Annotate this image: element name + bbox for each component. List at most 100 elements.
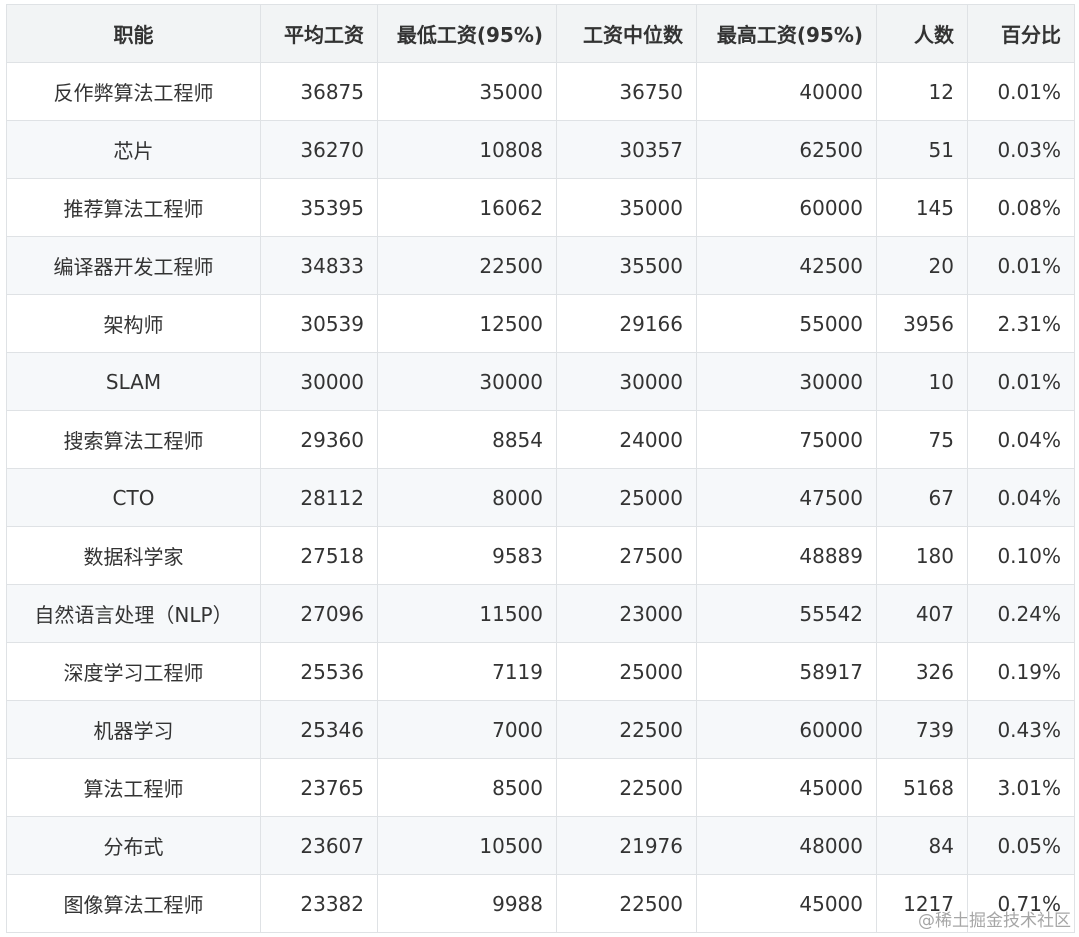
cell-min-salary: 12500 <box>377 294 557 353</box>
cell-max-salary: 60000 <box>696 700 877 759</box>
table-row: 自然语言处理（NLP） 27096 11500 23000 55542 407 0.24% <box>6 584 1075 643</box>
cell-headcount: 326 <box>876 642 968 701</box>
table-row: 推荐算法工程师 35395 16062 35000 60000 145 0.08% <box>6 178 1075 237</box>
cell-max-salary: 48000 <box>696 816 877 875</box>
cell-percentage: 0.10% <box>967 526 1075 585</box>
cell-avg-salary: 25536 <box>260 642 378 701</box>
cell-median-salary: 30357 <box>556 120 697 179</box>
cell-headcount: 75 <box>876 410 968 469</box>
header-median-salary[interactable]: 工资中位数 <box>556 4 697 63</box>
cell-avg-salary: 36270 <box>260 120 378 179</box>
cell-headcount: 5168 <box>876 758 968 817</box>
cell-avg-salary: 27096 <box>260 584 378 643</box>
header-avg-salary[interactable]: 平均工资 <box>260 4 378 63</box>
cell-percentage: 0.01% <box>967 236 1075 295</box>
cell-headcount: 51 <box>876 120 968 179</box>
cell-min-salary: 7000 <box>377 700 557 759</box>
cell-role: 算法工程师 <box>6 758 261 817</box>
cell-avg-salary: 27518 <box>260 526 378 585</box>
cell-role: 分布式 <box>6 816 261 875</box>
cell-max-salary: 58917 <box>696 642 877 701</box>
cell-headcount: 10 <box>876 352 968 411</box>
cell-percentage: 2.31% <box>967 294 1075 353</box>
cell-percentage: 0.24% <box>967 584 1075 643</box>
salary-table-container: 职能 平均工资 最低工资(95%) 工资中位数 最高工资(95%) 人数 百分比… <box>6 4 1075 933</box>
cell-percentage: 3.01% <box>967 758 1075 817</box>
cell-median-salary: 22500 <box>556 874 697 933</box>
cell-role: 数据科学家 <box>6 526 261 585</box>
table-row: 芯片 36270 10808 30357 62500 51 0.03% <box>6 120 1075 179</box>
header-min-salary[interactable]: 最低工资(95%) <box>377 4 557 63</box>
cell-max-salary: 42500 <box>696 236 877 295</box>
cell-role: 架构师 <box>6 294 261 353</box>
watermark: @稀土掘金技术社区 <box>918 911 1071 931</box>
cell-avg-salary: 23607 <box>260 816 378 875</box>
cell-min-salary: 9583 <box>377 526 557 585</box>
table-row: 搜索算法工程师 29360 8854 24000 75000 75 0.04% <box>6 410 1075 469</box>
cell-min-salary: 8500 <box>377 758 557 817</box>
cell-min-salary: 35000 <box>377 62 557 121</box>
cell-headcount: 739 <box>876 700 968 759</box>
cell-role: 搜索算法工程师 <box>6 410 261 469</box>
header-headcount[interactable]: 人数 <box>876 4 968 63</box>
table-header-row: 职能 平均工资 最低工资(95%) 工资中位数 最高工资(95%) 人数 百分比 <box>6 4 1075 63</box>
cell-median-salary: 35500 <box>556 236 697 295</box>
header-max-salary[interactable]: 最高工资(95%) <box>696 4 877 63</box>
table-row: SLAM 30000 30000 30000 30000 10 0.01% <box>6 352 1075 411</box>
cell-avg-salary: 36875 <box>260 62 378 121</box>
cell-avg-salary: 30000 <box>260 352 378 411</box>
cell-min-salary: 9988 <box>377 874 557 933</box>
cell-min-salary: 8000 <box>377 468 557 527</box>
cell-median-salary: 24000 <box>556 410 697 469</box>
cell-max-salary: 55000 <box>696 294 877 353</box>
cell-percentage: 0.19% <box>967 642 1075 701</box>
cell-max-salary: 40000 <box>696 62 877 121</box>
header-percentage[interactable]: 百分比 <box>967 4 1075 63</box>
table-row: 数据科学家 27518 9583 27500 48889 180 0.10% <box>6 526 1075 585</box>
cell-median-salary: 21976 <box>556 816 697 875</box>
cell-role: 推荐算法工程师 <box>6 178 261 237</box>
cell-max-salary: 45000 <box>696 874 877 933</box>
cell-percentage: 0.04% <box>967 410 1075 469</box>
cell-role: CTO <box>6 468 261 527</box>
cell-role: 自然语言处理（NLP） <box>6 584 261 643</box>
cell-median-salary: 22500 <box>556 758 697 817</box>
cell-headcount: 180 <box>876 526 968 585</box>
cell-headcount: 407 <box>876 584 968 643</box>
cell-role: 编译器开发工程师 <box>6 236 261 295</box>
cell-avg-salary: 28112 <box>260 468 378 527</box>
cell-median-salary: 23000 <box>556 584 697 643</box>
cell-avg-salary: 35395 <box>260 178 378 237</box>
cell-role: 图像算法工程师 <box>6 874 261 933</box>
cell-median-salary: 36750 <box>556 62 697 121</box>
table-row: 反作弊算法工程师 36875 35000 36750 40000 12 0.01% <box>6 62 1075 121</box>
salary-table: 职能 平均工资 最低工资(95%) 工资中位数 最高工资(95%) 人数 百分比… <box>6 4 1075 933</box>
cell-headcount: 145 <box>876 178 968 237</box>
cell-headcount: 67 <box>876 468 968 527</box>
header-role[interactable]: 职能 <box>6 4 261 63</box>
cell-headcount: 12 <box>876 62 968 121</box>
cell-min-salary: 8854 <box>377 410 557 469</box>
cell-max-salary: 47500 <box>696 468 877 527</box>
cell-max-salary: 45000 <box>696 758 877 817</box>
cell-min-salary: 30000 <box>377 352 557 411</box>
cell-percentage: 0.01% <box>967 62 1075 121</box>
cell-median-salary: 30000 <box>556 352 697 411</box>
cell-max-salary: 48889 <box>696 526 877 585</box>
cell-min-salary: 10500 <box>377 816 557 875</box>
cell-headcount: 20 <box>876 236 968 295</box>
cell-max-salary: 62500 <box>696 120 877 179</box>
cell-median-salary: 35000 <box>556 178 697 237</box>
cell-min-salary: 16062 <box>377 178 557 237</box>
cell-min-salary: 10808 <box>377 120 557 179</box>
cell-avg-salary: 23382 <box>260 874 378 933</box>
table-row: 算法工程师 23765 8500 22500 45000 5168 3.01% <box>6 758 1075 817</box>
cell-avg-salary: 23765 <box>260 758 378 817</box>
cell-role: 反作弊算法工程师 <box>6 62 261 121</box>
cell-median-salary: 22500 <box>556 700 697 759</box>
cell-percentage: 0.03% <box>967 120 1075 179</box>
cell-median-salary: 27500 <box>556 526 697 585</box>
table-row: 分布式 23607 10500 21976 48000 84 0.05% <box>6 816 1075 875</box>
cell-percentage: 0.08% <box>967 178 1075 237</box>
cell-median-salary: 25000 <box>556 642 697 701</box>
